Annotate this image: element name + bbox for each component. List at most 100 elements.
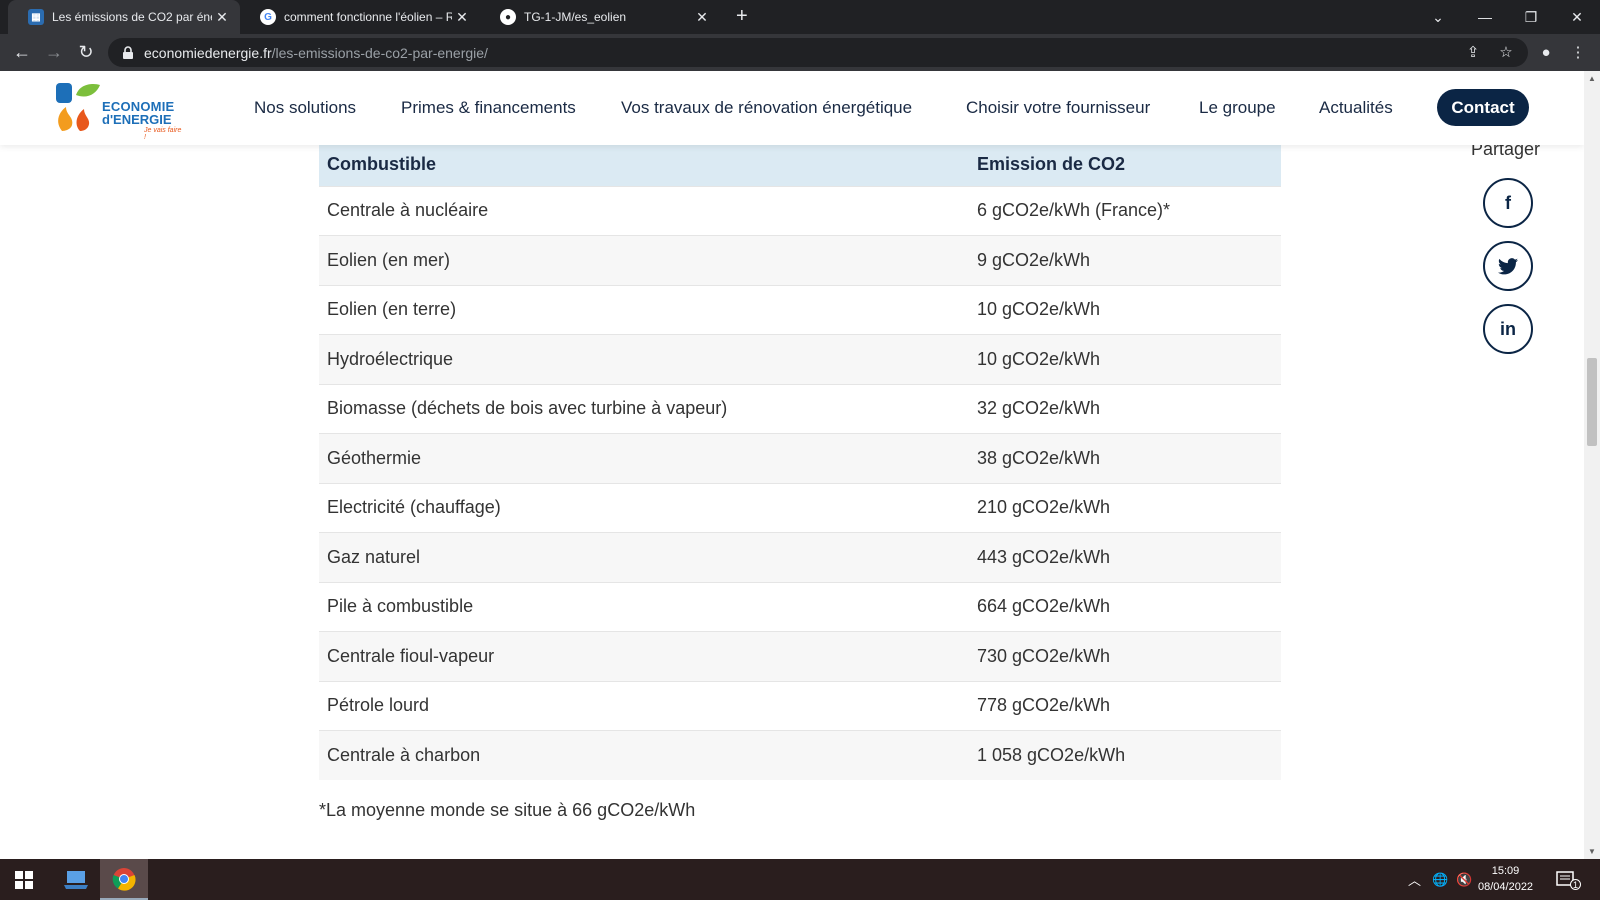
nav-item-actualites[interactable]: Actualités	[1319, 98, 1393, 118]
table-row: Eolien (en terre) 10 gCO2e/kWh	[319, 284, 1281, 335]
table-row: Gaz naturel 443 gCO2e/kWh	[319, 532, 1281, 582]
browser-toolbar: ← → ↻ economiedenergie.fr/les-emissions-…	[0, 34, 1600, 71]
emission-cell: 9 gCO2e/kWh	[969, 235, 1281, 285]
logo-text-line2: d'ENERGIE	[102, 112, 172, 127]
fuel-cell: Pétrole lourd	[319, 680, 969, 731]
site-logo[interactable]: ECONOMIE d'ENERGIE Je vais faire !	[54, 81, 184, 141]
co2-emissions-table: Combustible Emission de CO2 Centrale à n…	[319, 143, 1281, 780]
clock-date: 08/04/2022	[1478, 881, 1534, 893]
emission-cell: 664 gCO2e/kWh	[969, 581, 1281, 632]
fuel-cell: Centrale à charbon	[319, 730, 969, 780]
show-hidden-icons-icon[interactable]: ︿	[1408, 859, 1421, 900]
tab-github[interactable]: ● TG-1-JM/es_eolien ✕	[480, 0, 720, 34]
fuel-cell: Eolien (en terre)	[319, 284, 969, 335]
close-tab-icon[interactable]: ✕	[452, 9, 472, 26]
profile-icon[interactable]: ●	[1532, 38, 1560, 66]
footnote: *La moyenne monde se situe à 66 gCO2e/kW…	[319, 800, 696, 820]
nav-item-travaux[interactable]: Vos travaux de rénovation énergétique	[621, 98, 912, 118]
emission-cell: 6 gCO2e/kWh (France)*	[969, 185, 1281, 236]
linkedin-icon: in	[1500, 318, 1516, 339]
fuel-cell: Géothermie	[319, 433, 969, 483]
contact-button[interactable]: Contact	[1437, 89, 1529, 126]
tab-title: comment fonctionne l'éolien – R	[284, 10, 452, 24]
column-header-emission: Emission de CO2	[969, 143, 1281, 186]
emission-cell: 32 gCO2e/kWh	[969, 383, 1281, 434]
windows-start-icon[interactable]	[0, 859, 48, 900]
page-scrollbar[interactable]: ▲ ▼	[1584, 71, 1600, 859]
google-favicon-icon: G	[260, 9, 276, 25]
clock-time: 15:09	[1491, 865, 1520, 877]
back-arrow-icon[interactable]: ←	[8, 38, 36, 66]
fuel-cell: Pile à combustible	[319, 581, 969, 632]
table-row: Géothermie 38 gCO2e/kWh	[319, 433, 1281, 483]
scroll-up-arrow-icon[interactable]: ▲	[1588, 74, 1596, 83]
scroll-thumb[interactable]	[1587, 358, 1597, 446]
facebook-share-button[interactable]: f	[1483, 178, 1533, 228]
share-page-icon[interactable]: ⇪	[1459, 38, 1487, 66]
tab-title: TG-1-JM/es_eolien	[524, 10, 627, 24]
twitter-icon	[1498, 257, 1518, 274]
table-row: Eolien (en mer) 9 gCO2e/kWh	[319, 235, 1281, 285]
fuel-cell: Eolien (en mer)	[319, 235, 969, 285]
volume-muted-icon[interactable]: 🔇	[1456, 859, 1472, 900]
tab-search-icon[interactable]: ⌄	[1415, 0, 1461, 34]
windows-taskbar: ︿ 🌐 🔇 15:09 08/04/2022 1	[0, 859, 1600, 900]
address-bar[interactable]: economiedenergie.fr/les-emissions-de-co2…	[108, 38, 1528, 67]
bookmark-star-icon[interactable]: ☆	[1492, 38, 1520, 66]
chrome-taskbar-icon[interactable]	[100, 859, 148, 900]
emission-cell: 210 gCO2e/kWh	[969, 482, 1281, 533]
new-tab-icon[interactable]: +	[736, 5, 748, 28]
nav-item-solutions[interactable]: Nos solutions	[254, 98, 356, 118]
emission-cell: 10 gCO2e/kWh	[969, 334, 1281, 384]
column-header-combustible: Combustible	[319, 143, 969, 186]
page-viewport: ECONOMIE d'ENERGIE Je vais faire ! Nos s…	[0, 71, 1584, 859]
fuel-cell: Hydroélectrique	[319, 334, 969, 384]
tab-economie[interactable]: ▦ Les émissions de CO2 par énergie ✕	[8, 0, 240, 34]
table-row: Centrale à charbon 1 058 gCO2e/kWh	[319, 730, 1281, 780]
url-host: economiedenergie.fr	[144, 44, 272, 61]
close-tab-icon[interactable]: ✕	[692, 9, 712, 26]
fuel-cell: Electricité (chauffage)	[319, 482, 969, 533]
notification-center-icon[interactable]: 1	[1556, 859, 1581, 900]
fuel-cell: Centrale à nucléaire	[319, 185, 969, 236]
nav-item-groupe[interactable]: Le groupe	[1199, 98, 1276, 118]
close-tab-icon[interactable]: ✕	[212, 9, 232, 26]
emission-cell: 1 058 gCO2e/kWh	[969, 730, 1281, 780]
notification-count: 1	[1570, 879, 1581, 890]
table-row: Biomasse (déchets de bois avec turbine à…	[319, 383, 1281, 434]
restore-icon[interactable]: ❐	[1508, 0, 1554, 34]
table-row: Hydroélectrique 10 gCO2e/kWh	[319, 334, 1281, 384]
table-header-row: Combustible Emission de CO2	[319, 143, 1281, 186]
nav-item-primes[interactable]: Primes & financements	[401, 98, 576, 118]
file-explorer-icon[interactable]	[52, 859, 100, 900]
system-clock[interactable]: 15:09 08/04/2022	[1478, 863, 1533, 895]
tab-title: Les émissions de CO2 par énergie	[52, 10, 212, 24]
table-row: Pétrole lourd 778 gCO2e/kWh	[319, 680, 1281, 731]
site-header: ECONOMIE d'ENERGIE Je vais faire ! Nos s…	[0, 71, 1584, 145]
close-window-icon[interactable]: ✕	[1554, 0, 1600, 34]
emission-cell: 10 gCO2e/kWh	[969, 284, 1281, 335]
browser-tabstrip: ▦ Les émissions de CO2 par énergie ✕ G c…	[0, 0, 1600, 34]
github-favicon-icon: ●	[500, 9, 516, 25]
emission-cell: 778 gCO2e/kWh	[969, 680, 1281, 731]
scroll-down-arrow-icon[interactable]: ▼	[1588, 847, 1596, 856]
forward-arrow-icon[interactable]: →	[40, 38, 68, 66]
emission-cell: 443 gCO2e/kWh	[969, 532, 1281, 582]
emission-cell: 38 gCO2e/kWh	[969, 433, 1281, 483]
twitter-share-button[interactable]	[1483, 241, 1533, 291]
linkedin-share-button[interactable]: in	[1483, 304, 1533, 354]
url-path: /les-emissions-de-co2-par-energie/	[271, 44, 488, 61]
table-row: Centrale fioul-vapeur 730 gCO2e/kWh	[319, 631, 1281, 681]
table-row: Centrale à nucléaire 6 gCO2e/kWh (France)…	[319, 185, 1281, 236]
tab-google[interactable]: G comment fonctionne l'éolien – R ✕	[240, 0, 480, 34]
table-row: Pile à combustible 664 gCO2e/kWh	[319, 581, 1281, 632]
fuel-cell: Gaz naturel	[319, 532, 969, 582]
emission-cell: 730 gCO2e/kWh	[969, 631, 1281, 681]
facebook-icon: f	[1505, 192, 1511, 213]
minimize-icon[interactable]: —	[1462, 0, 1508, 34]
network-globe-icon[interactable]: 🌐	[1432, 859, 1448, 900]
reload-icon[interactable]: ↻	[72, 38, 100, 66]
nav-item-fournisseur[interactable]: Choisir votre fournisseur	[966, 98, 1150, 118]
logo-mark-icon	[56, 83, 100, 131]
menu-kebab-icon[interactable]: ⋮	[1564, 38, 1592, 66]
